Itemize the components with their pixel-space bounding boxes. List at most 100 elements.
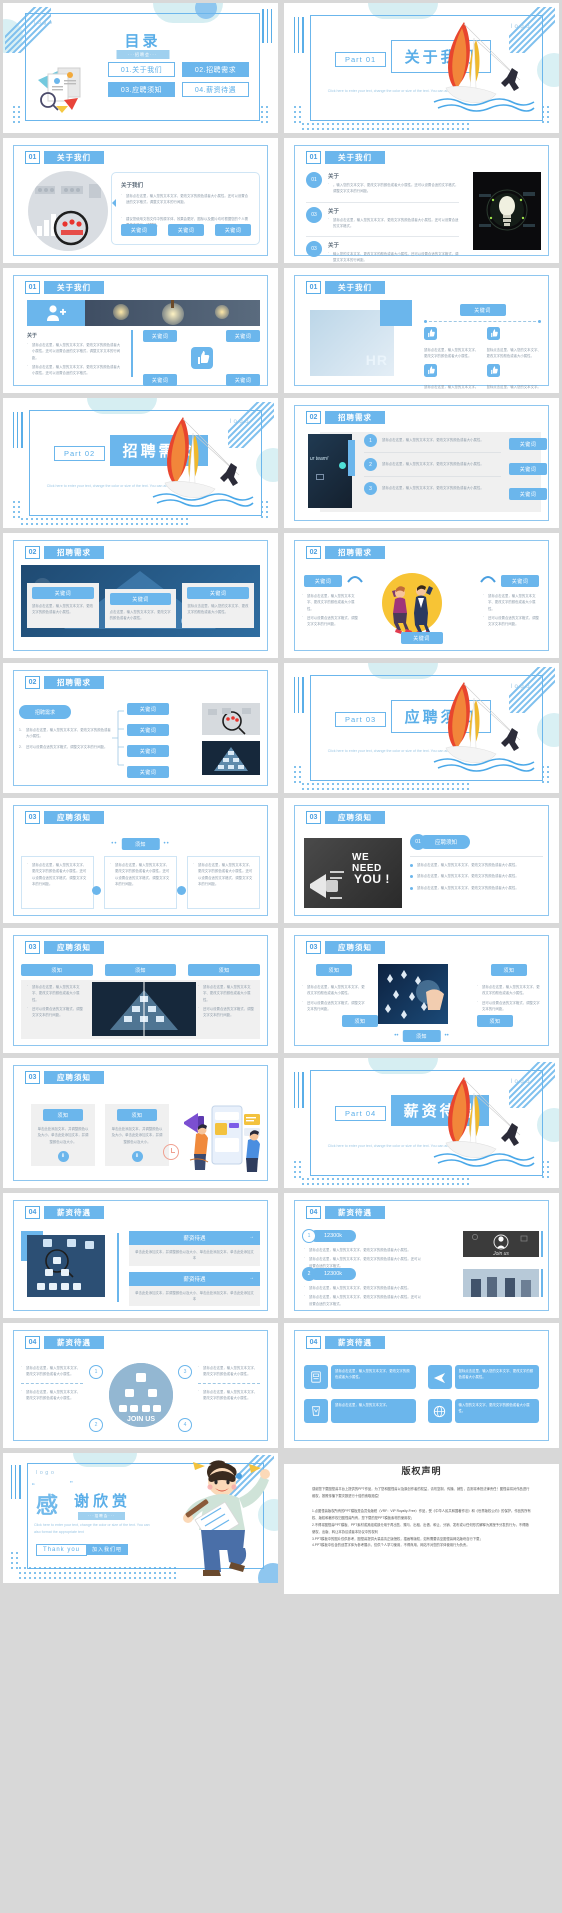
slide-thumb-2[interactable]: logo Part 01 关于我们 Click here to enter yo… (281, 0, 562, 135)
keyword-button-4[interactable]: 关键词 (226, 374, 260, 386)
divider (306, 236, 459, 238)
toc-item-4[interactable]: 04.薪资待遇 (182, 82, 249, 97)
keyword-button-1[interactable]: 关键词 (143, 330, 177, 342)
notice-text-3: 鼠标点击这里，输入您的文本文字、更改文字的颜色或者大小属性。 (477, 983, 541, 997)
slide-notice-3: 03 应聘须知 须知 须知 须知 鼠标点击这里，输入您的文本文字、更改文字的颜色… (3, 928, 278, 1053)
slide-thumb-4[interactable]: 01 关于我们 01 关于 。输入您的文本文字、更改文字的颜色或者大小属性。还可… (281, 135, 562, 265)
divider (364, 476, 501, 477)
section-number: 03 (25, 1071, 40, 1084)
toc-item-3[interactable]: 03.应聘须知 (108, 82, 175, 97)
notice-pill-2[interactable]: 须知 (117, 1109, 157, 1121)
keyword-button-3[interactable]: 关键词 (143, 374, 177, 386)
notice-pill-3[interactable]: 须知 (342, 1015, 378, 1027)
section-title: 薪资待遇 (44, 1336, 104, 1349)
keyword-button-left[interactable]: 关键词 (304, 575, 342, 587)
keyword-button-3[interactable]: 关键词 (509, 488, 547, 500)
banner-image (27, 300, 260, 326)
slide-thumb-18[interactable]: logo Part 04 薪资待遇 Click here to enter yo… (281, 1055, 562, 1190)
slide-thumb-13[interactable]: 03 应聘须知 •• 须知 •• 鼠标点击这里，输入您的文本文字、更改文字的颜色… (0, 795, 281, 925)
join-us-button[interactable]: 加入我们吧 (86, 1544, 129, 1555)
card-text: 鼠标点击这里，输入您的文本文字、更改文字的颜色或者大小属性。 (187, 604, 249, 615)
copyright-p3: 2.不得将图怪兽PPT模板、PPT素材或其组成部分用于再出售、赠与、出租、出借、… (312, 1522, 529, 1534)
notice-pill-1[interactable]: 须知 (21, 964, 93, 976)
dots-strip (302, 123, 469, 130)
thank-you-button[interactable]: Thank you (36, 1544, 88, 1556)
download-icon: ⬇ (57, 1150, 69, 1162)
list-text: 。输入您的文本文字、更改文字的颜色或者大小属性。还可以设置合适的文字格式，调整文… (328, 181, 459, 195)
notice-pill-4[interactable]: 须知 (477, 1015, 513, 1027)
salary-header-1: 薪资待遇 → (129, 1231, 260, 1245)
keyword-button[interactable]: 关键词 (32, 587, 94, 599)
airplane-icon (427, 1365, 452, 1389)
slide-thumb-5[interactable]: 01 关于我们 关于 鼠标点击这里，输入 (0, 265, 281, 395)
slide-thumb-3[interactable]: 01 关于我们 关于我们 · 鼠标点击这里，输入您的文本文字、更改文字的颜色或者… (0, 135, 281, 265)
notice-pill-5[interactable]: 须知 (402, 1030, 441, 1042)
thanks-en: Click here to enter your text, change th… (34, 1523, 150, 1535)
notice-pill-3[interactable]: 须知 (188, 964, 261, 976)
slide-thumb-7[interactable]: logo Part 02 招聘需求 Click here to enter yo… (0, 395, 281, 530)
slide-thumb-23[interactable]: logo “ ” 感 谢欣赏 ···招聘会··· Click here to e… (0, 1450, 281, 1585)
keyword-button-bottom[interactable]: 关键词 (400, 632, 443, 644)
slide-thumb-11[interactable]: 02 招聘需求 招聘需求 1.鼠标点击这里，输入您的文本文字、更改文字的颜色或者… (0, 660, 281, 795)
keyword-button-2[interactable]: 关键词 (168, 224, 204, 236)
salary-text-2: 鼠标点击这里，输入您的文本文字、更改文字的颜色或者大小属性。 (21, 1388, 83, 1402)
photo-caption: ur team! (310, 456, 329, 462)
sailboat-illustration (152, 417, 254, 507)
slide-thumb-21[interactable]: 04 薪资待遇 鼠标点击这里，输入您的文本文字、更改文字的颜色或者大小属性。 鼠… (0, 1320, 281, 1450)
keyword-button-1[interactable]: 关键词 (121, 224, 157, 236)
keyword-button-2[interactable]: 关键词 (127, 724, 169, 736)
slide-thumb-24[interactable]: 版权声明 感谢您下载图怪兽平台上提供的PPT作品，为了您和图怪兽以及原创作者的权… (281, 1450, 562, 1594)
section-number: 02 (306, 546, 321, 559)
keyword-button-2[interactable]: 关键词 (226, 330, 260, 342)
salary-text-1: 鼠标点击这里，输入您的文本文字、更改文字的颜色或者大小属性。 (21, 1364, 83, 1378)
slide-thumb-14[interactable]: 03 应聘须知 WE NEED YOU ! 01 应聘须知 鼠标点击这里，输入您… (281, 795, 562, 925)
section-title: 关于我们 (325, 281, 385, 294)
slide-thumb-22[interactable]: 04 薪资待遇 鼠标点击这里，输入您的文本文字、更改文字的颜色或者大小属性。 鼠… (281, 1320, 562, 1450)
slide-salary-4: 04 薪资待遇 鼠标点击这里，输入您的文本文字、更改文字的颜色或者大小属性。 鼠… (284, 1323, 559, 1448)
thanks-subtitle: ···招聘会··· (78, 1512, 125, 1520)
slide-toc: logo 目录 ···招聘会··· 01.关于我们 02.招聘需求 03.应聘须… (3, 3, 278, 133)
salary-text-4: 鼠标点击这里，输入您的文本文字、更改文字的颜色或者大小属性。 (198, 1388, 260, 1402)
row-text: 鼠标点击这里，输入您的文本文字、更改文字的颜色或者大小属性。 (382, 486, 484, 491)
slide-thumb-19[interactable]: 04 薪资待遇 薪资待遇 → 单击此处添加文本，并调整颜色以及大小、单击此处添加… (0, 1190, 281, 1320)
slide-part-04: logo Part 04 薪资待遇 Click here to enter yo… (284, 1058, 559, 1188)
slide-thumb-10[interactable]: 02 招聘需求 关键词 关键词 鼠标点击这里，输入您的文本文字、更改文字的颜色或 (281, 530, 562, 660)
slide-thumb-15[interactable]: 03 应聘须知 须知 须知 须知 鼠标点击这里，输入您的文本文字、更改文字的颜色… (0, 925, 281, 1055)
keyword-button-right[interactable]: 关键词 (501, 575, 539, 587)
dots-decor-right (542, 106, 549, 123)
slide-thanks: logo “ ” 感 谢欣赏 ···招聘会··· Click here to e… (3, 1453, 278, 1583)
slide-thumb-20[interactable]: 04 薪资待遇 1 12300k 鼠标点击这里，输入您的文本文字、更改文字的颜色… (281, 1190, 562, 1320)
slide-thumb-9[interactable]: 02 招聘需求 关键词 鼠标点击这里，输入您的文本文字、更改文字的颜色或者大小属… (0, 530, 281, 660)
notice-pill-1[interactable]: 须知 (43, 1109, 83, 1121)
dots-decor-left (13, 106, 20, 123)
toc-item-2[interactable]: 02.招聘需求 (182, 62, 249, 77)
dots-decor-right (261, 106, 268, 123)
keyword-button-4[interactable]: 关键词 (127, 766, 169, 778)
notice-pill[interactable]: 须知 (121, 838, 160, 850)
slide-thumb-1[interactable]: logo 目录 ···招聘会··· 01.关于我们 02.招聘需求 03.应聘须… (0, 0, 281, 135)
notice-pill-2[interactable]: 须知 (491, 964, 527, 976)
keyword-button-3[interactable]: 关键词 (215, 224, 251, 236)
keyword-button[interactable]: 关键词 (459, 304, 506, 316)
keyword-button-3[interactable]: 关键词 (127, 745, 169, 757)
salary-text-3: 鼠标点击这里，输入您的文本文字、更改文字的颜色或者大小属性。 (304, 1284, 424, 1291)
notice-pill-2[interactable]: 须知 (104, 964, 177, 976)
toc-subtitle: ···招聘会··· (116, 50, 169, 59)
keyword-button-1[interactable]: 关键词 (509, 438, 547, 450)
slide-about-3: 01 关于我们 关于 鼠标点击这里，输入 (3, 268, 278, 393)
benefit-text-4: 输入您的文本文字、更改文字的颜色或者大小属性。 (454, 1399, 539, 1423)
slide-thumb-8[interactable]: 02 招聘需求 ur team! 1 鼠标点击这里，输入您的文本文字、更改文字的… (281, 395, 562, 530)
benefit-item-2: 鼠标点击这里，输入您的文本文字、更改文字的颜色或者大小属性。 (427, 1365, 539, 1389)
toc-item-1[interactable]: 01.关于我们 (108, 62, 175, 77)
slide-thumb-16[interactable]: 03 应聘须知 须知 须知 鼠标点击这里，输入您的文本文字、更改文字的颜色或者大… (281, 925, 562, 1055)
keyword-button[interactable]: 关键词 (109, 593, 172, 605)
keyword-button[interactable]: 关键词 (187, 587, 250, 599)
notice-pill-1[interactable]: 须知 (316, 964, 352, 976)
thumbs-up-icon (190, 347, 213, 369)
keyword-button-1[interactable]: 关键词 (127, 703, 169, 715)
section-title: 应聘须知 (44, 811, 104, 824)
slide-thumb-6[interactable]: 01 关于我们 HR 关键词 鼠标点击这里，输入您的文本文字、更改文字的颜色或者… (281, 265, 562, 395)
keyword-button-2[interactable]: 关键词 (509, 463, 547, 475)
slide-thumb-17[interactable]: 03 应聘须知 须知 单击此处添加文本，并调整颜色以及大小、单击此处添加文本，并… (0, 1055, 281, 1190)
slide-thumb-12[interactable]: logo Part 03 应聘须知 Click here to enter yo… (281, 660, 562, 795)
